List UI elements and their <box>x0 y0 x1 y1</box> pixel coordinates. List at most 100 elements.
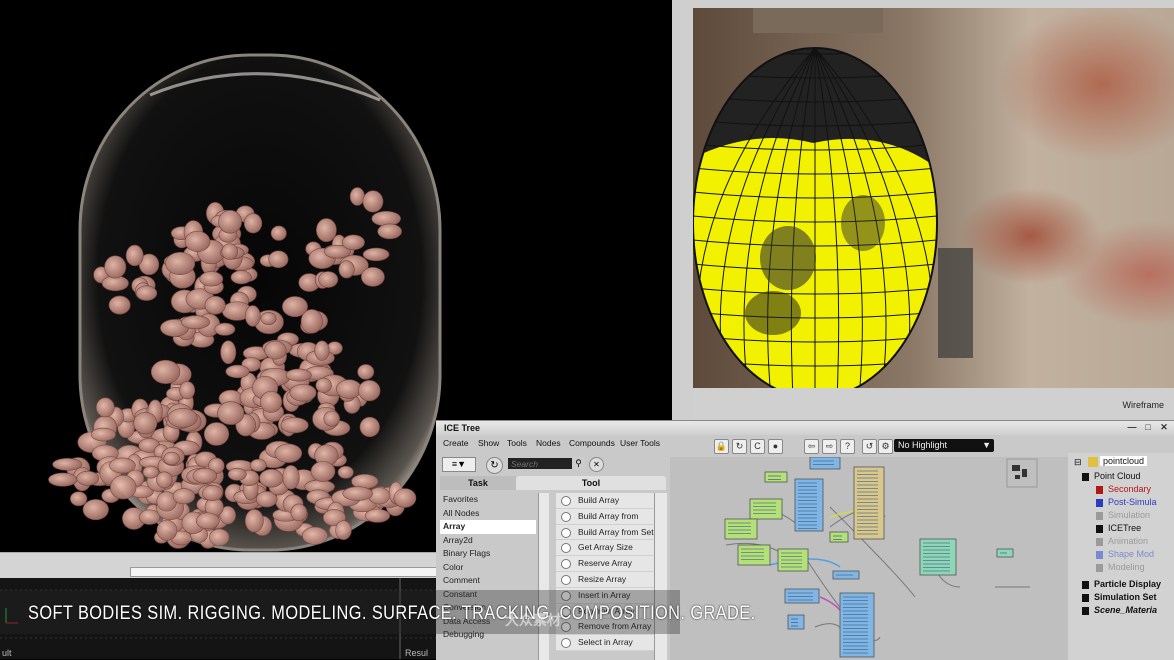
explorer-item[interactable]: Scene_Materia <box>1094 605 1157 615</box>
help-icon[interactable]: ? <box>840 439 855 454</box>
explorer-item[interactable]: ICETree <box>1108 523 1141 533</box>
petal <box>48 472 78 487</box>
view-select[interactable]: ≡▼ <box>442 457 476 472</box>
category-item[interactable]: Comment <box>440 574 536 588</box>
tree-node-icon <box>1082 594 1089 602</box>
node-list-scrollbar[interactable] <box>654 493 667 660</box>
explorer-item[interactable]: Particle Display <box>1094 579 1161 589</box>
explorer-item[interactable]: Shape Mod <box>1108 549 1154 559</box>
sphere-icon[interactable]: ● <box>768 439 783 454</box>
refresh-list-icon[interactable]: ↻ <box>486 457 503 474</box>
menu-user-tools[interactable]: User Tools <box>620 438 660 448</box>
ice-node[interactable] <box>764 471 788 483</box>
tree-node-icon <box>1096 486 1103 494</box>
petal <box>204 295 226 315</box>
ice-node[interactable] <box>749 498 783 520</box>
petal <box>259 468 284 488</box>
petal <box>135 285 158 301</box>
category-item[interactable]: Binary Flags <box>440 547 536 561</box>
petal <box>280 417 309 434</box>
refresh-icon[interactable]: ↻ <box>732 439 747 454</box>
display-mode-label[interactable]: Wireframe <box>1122 400 1164 410</box>
clear-search-icon[interactable]: ✕ <box>589 457 604 472</box>
ice-node[interactable] <box>809 457 841 470</box>
history-icon[interactable]: ↺ <box>862 439 877 454</box>
petal <box>342 486 373 501</box>
category-scrollbar[interactable] <box>538 493 549 660</box>
minimize-icon[interactable]: — <box>1126 422 1138 433</box>
status-label-left: ult <box>2 648 12 658</box>
node-item[interactable]: Build Array from C... <box>556 508 654 536</box>
petal <box>217 401 245 425</box>
clear-icon[interactable]: C <box>750 439 765 454</box>
node-item[interactable]: Select in Array <box>556 635 654 651</box>
tab-tool[interactable]: Tool <box>516 476 666 490</box>
explorer-item[interactable]: Point Cloud <box>1094 471 1141 481</box>
menu-tools[interactable]: Tools <box>507 438 527 448</box>
status-label-right: Resul <box>405 648 429 658</box>
category-item[interactable]: All Nodes <box>440 507 536 521</box>
category-item[interactable]: Array2d <box>440 534 536 548</box>
highlight-select[interactable]: No Highlight ▼ <box>894 439 994 452</box>
tab-task[interactable]: Task <box>440 476 516 490</box>
category-list: Favorites All Nodes Array Array2d Binary Fla… <box>440 493 536 660</box>
menu-nodes[interactable]: Nodes <box>536 438 561 448</box>
petal <box>362 247 390 262</box>
petal <box>289 383 317 402</box>
node-item[interactable]: Build Array from Set <box>556 524 654 541</box>
highlight-select-value: No Highlight <box>898 440 948 450</box>
node-graph-canvas <box>724 457 1038 658</box>
node-item[interactable]: Build Array <box>556 493 654 509</box>
node-item[interactable]: Get Array Size <box>556 540 654 557</box>
explorer-root[interactable]: pointcloud <box>1100 456 1148 466</box>
menu-compounds[interactable]: Compounds <box>569 438 615 448</box>
category-item[interactable]: Array <box>440 520 536 534</box>
node-item[interactable]: Reserve Array <box>556 556 654 572</box>
ice-node[interactable] <box>829 531 849 543</box>
petal <box>285 368 312 382</box>
node-graph[interactable] <box>670 457 1068 660</box>
explorer-item[interactable]: Post-Simula <box>1108 497 1157 507</box>
maximize-icon[interactable]: □ <box>1142 422 1154 433</box>
ice-node[interactable] <box>737 544 771 566</box>
petal <box>282 465 300 490</box>
ice-node[interactable] <box>787 614 805 630</box>
petal <box>220 340 237 365</box>
petal <box>337 465 354 479</box>
category-item[interactable]: Favorites <box>440 493 536 507</box>
ice-node[interactable] <box>784 588 820 604</box>
petal <box>314 340 330 361</box>
forward-arrow-icon[interactable]: ⇨ <box>822 439 837 454</box>
ice-tree-titlebar: ICE Tree — □ ✕ <box>436 421 1174 435</box>
search-input[interactable] <box>508 458 576 469</box>
petal <box>230 270 252 285</box>
menu-create[interactable]: Create <box>443 438 469 448</box>
petal <box>209 528 230 547</box>
petal <box>156 519 178 541</box>
ice-node[interactable] <box>724 518 758 540</box>
explorer-item[interactable]: Modeling <box>1108 562 1145 572</box>
search-icon[interactable]: ⚲ <box>572 457 585 470</box>
tree-expand-icon[interactable]: ⊟ <box>1074 457 1082 468</box>
explorer-item[interactable]: Simulation Set <box>1094 592 1157 602</box>
category-item[interactable]: Color <box>440 561 536 575</box>
right-viewport[interactable] <box>693 8 1174 388</box>
petal <box>221 243 239 260</box>
tool-tabs: Task Tool <box>436 476 670 490</box>
explorer-item[interactable]: Animation <box>1108 536 1148 546</box>
lock-icon[interactable]: 🔒 <box>714 439 729 454</box>
settings-icon[interactable]: ⚙ <box>878 439 893 454</box>
explorer-item[interactable]: Simulation <box>1108 510 1150 520</box>
node-item[interactable]: Resize Array <box>556 571 654 588</box>
scene-explorer[interactable]: ⊟ pointcloud Point Cloud Secondary Post-Si… <box>1068 453 1174 660</box>
tree-node-icon <box>1082 473 1089 481</box>
petal <box>104 255 127 279</box>
petal <box>244 305 261 327</box>
minimap[interactable] <box>1006 458 1038 488</box>
close-icon[interactable]: ✕ <box>1158 422 1170 433</box>
tree-node-icon <box>1096 538 1103 546</box>
petal <box>108 295 131 315</box>
back-arrow-icon[interactable]: ⇦ <box>804 439 819 454</box>
menu-show[interactable]: Show <box>478 438 499 448</box>
explorer-item[interactable]: Secondary <box>1108 484 1151 494</box>
